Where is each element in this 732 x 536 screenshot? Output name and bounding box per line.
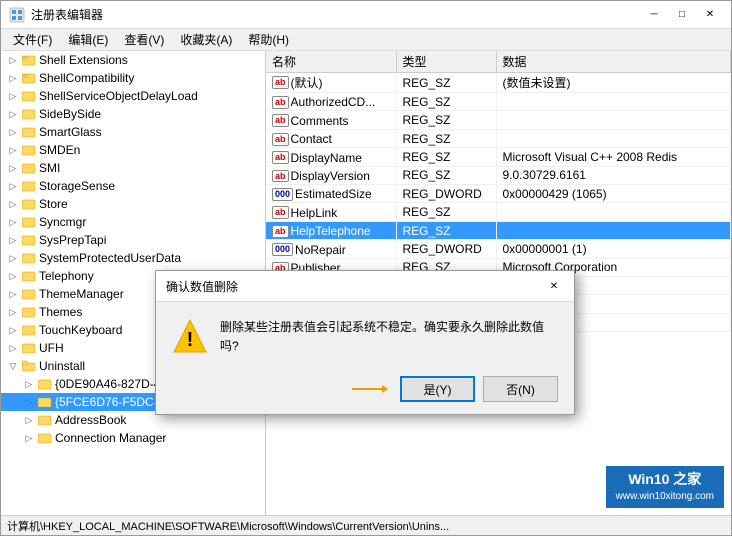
yes-button[interactable]: 是(Y) bbox=[400, 376, 475, 402]
dialog-message: 删除某些注册表值会引起系统不稳定。确实要永久删除此数值吗? bbox=[220, 318, 558, 356]
dialog-footer: 是(Y) 否(N) bbox=[156, 368, 574, 414]
dialog-title-bar: 确认数值删除 ✕ bbox=[156, 271, 574, 302]
warning-icon: ! bbox=[172, 318, 208, 354]
svg-text:!: ! bbox=[187, 329, 194, 351]
dialog-close-button[interactable]: ✕ bbox=[544, 277, 564, 295]
no-button[interactable]: 否(N) bbox=[483, 376, 558, 402]
dialog-body: ! 删除某些注册表值会引起系统不稳定。确实要永久删除此数值吗? bbox=[156, 302, 574, 368]
dialog-title-text: 确认数值删除 bbox=[166, 278, 238, 295]
confirm-dialog: 确认数值删除 ✕ ! 删除某些注册表值会引起系统不稳定。确实要永久删除此数值吗?… bbox=[155, 270, 575, 415]
arrow-indicator bbox=[348, 377, 388, 401]
dialog-overlay: 确认数值删除 ✕ ! 删除某些注册表值会引起系统不稳定。确实要永久删除此数值吗?… bbox=[0, 0, 732, 536]
